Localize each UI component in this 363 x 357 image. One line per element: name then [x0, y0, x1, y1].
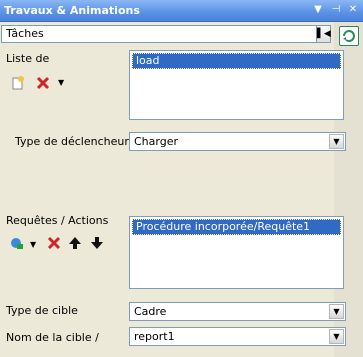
- chevron-down-icon[interactable]: ▼: [329, 329, 344, 344]
- trigger-type-label: Type de déclencheur: [15, 135, 129, 148]
- move-up-icon[interactable]: [68, 236, 82, 250]
- task-selector[interactable]: Tâches ▌◀: [1, 25, 331, 43]
- trigger-list[interactable]: load: [129, 50, 344, 120]
- title-bar: Travaux & Animations ▼ ⊣ ✕: [0, 0, 363, 22]
- trigger-type-value: Charger: [134, 135, 178, 148]
- delete-icon[interactable]: [36, 76, 50, 90]
- move-down-icon[interactable]: [90, 236, 104, 250]
- target-type-value: Cadre: [134, 305, 167, 318]
- list-label: Liste de: [6, 52, 50, 65]
- window-title: Travaux & Animations: [4, 4, 140, 17]
- list-item[interactable]: load: [132, 53, 341, 69]
- collapse-left-icon[interactable]: ▌◀: [316, 26, 331, 42]
- target-name-value: report1: [134, 330, 175, 343]
- chevron-down-icon[interactable]: ▼: [329, 134, 344, 149]
- trigger-type-select[interactable]: Charger ▼: [129, 132, 346, 151]
- chevron-down-icon[interactable]: ▼: [329, 304, 344, 319]
- close-icon[interactable]: ✕: [346, 3, 360, 17]
- new-item-icon[interactable]: [11, 76, 25, 90]
- delete-icon[interactable]: [47, 236, 61, 250]
- dropdown-icon[interactable]: ▼: [311, 3, 325, 17]
- refresh-icon[interactable]: [339, 26, 359, 46]
- more-options-icon[interactable]: ▼: [30, 240, 36, 249]
- actions-label: Requêtes / Actions: [6, 214, 109, 227]
- target-name-label: Nom de la cible /: [6, 331, 99, 344]
- more-options-icon[interactable]: ▼: [58, 78, 64, 87]
- list-item[interactable]: Procédure incorporée/Requête1: [132, 219, 341, 235]
- task-selector-value: Tâches: [6, 27, 44, 40]
- pin-icon[interactable]: ⊣: [329, 3, 343, 17]
- target-type-label: Type de cible: [6, 304, 78, 317]
- target-type-select[interactable]: Cadre ▼: [129, 302, 346, 321]
- target-name-select[interactable]: report1 ▼: [129, 327, 346, 346]
- add-action-icon[interactable]: [10, 236, 24, 250]
- actions-list[interactable]: Procédure incorporée/Requête1: [129, 216, 344, 289]
